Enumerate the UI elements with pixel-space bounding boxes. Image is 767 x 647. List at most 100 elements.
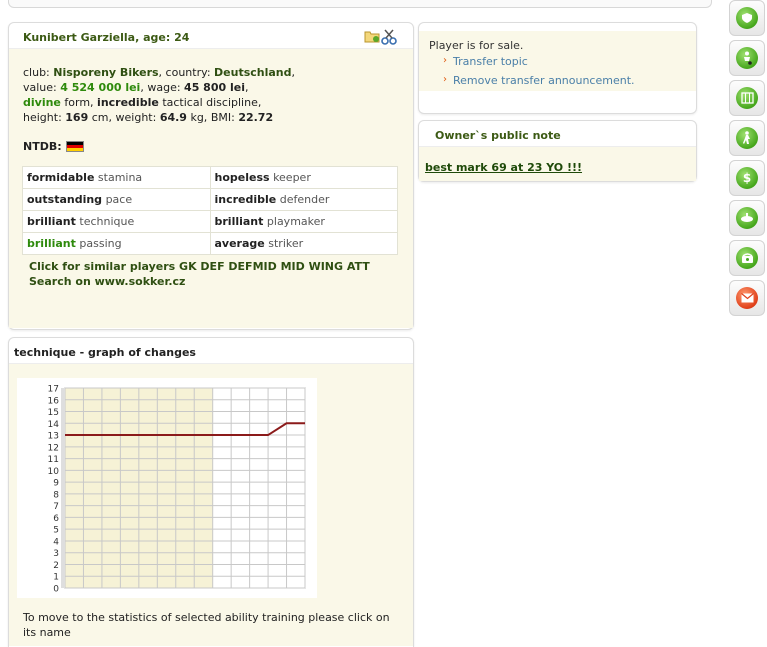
mail-icon	[736, 287, 758, 309]
search-sokker-link[interactable]: Search on www.sokker.cz	[29, 274, 403, 289]
y-tick-label: 15	[48, 408, 59, 418]
sale-panel: Player is for sale. › Transfer topic › R…	[418, 22, 697, 114]
player-links: Click for similar players GK DEF DEFMID …	[23, 259, 403, 289]
value-label: value:	[23, 81, 57, 94]
club-link[interactable]: Nisporeny Bikers	[53, 66, 158, 79]
phone-button[interactable]	[729, 240, 765, 276]
skill-cell[interactable]: brilliant technique	[22, 210, 211, 233]
owner-note-body: best mark 69 at 23 YO !!!	[419, 147, 696, 181]
y-tick-label: 12	[48, 443, 59, 453]
y-tick-label: 1	[53, 573, 59, 583]
player-details: club: Nisporeny Bikers, country: Deutsch…	[9, 49, 413, 328]
skill-cell: hopeless keeper	[209, 166, 398, 189]
y-tick-label: 17	[48, 385, 59, 395]
table-row: outstanding pace incredible defender	[22, 188, 398, 211]
y-tick-label: 0	[53, 585, 59, 595]
player-age: 24	[174, 31, 190, 44]
mail-button[interactable]	[729, 280, 765, 316]
folder-add-icon[interactable]	[364, 29, 380, 43]
arrow-right-icon: ›	[443, 74, 447, 85]
walking-player-button[interactable]	[729, 120, 765, 156]
ntdb-row: NTDB:	[23, 139, 403, 154]
sale-body: Player is for sale. › Transfer topic › R…	[419, 31, 696, 91]
money-button[interactable]: $	[729, 160, 765, 196]
height-unit: cm,	[91, 111, 113, 124]
y-tick-label: 6	[53, 514, 59, 524]
club-line: club: Nisporeny Bikers, country: Deutsch…	[23, 66, 296, 79]
chart-container: 0 1 2 3 4 5 6 7 8 9 10 11 12 13 14 15 16 17	[17, 378, 317, 598]
owner-note-text[interactable]: best mark 69 at 23 YO !!!	[425, 161, 582, 174]
remove-announcement-label[interactable]: Remove transfer announcement.	[443, 74, 635, 87]
bmi-label: BMI:	[210, 111, 235, 124]
y-tick-label: 5	[53, 526, 59, 536]
arrow-right-icon: ›	[443, 55, 447, 66]
weight-label: weight:	[115, 111, 157, 124]
money-icon: $	[736, 167, 758, 189]
body-line: height: 169 cm, weight: 64.9 kg, BMI: 22…	[23, 110, 403, 125]
y-tick-label: 2	[53, 561, 59, 571]
germany-flag-icon[interactable]	[65, 141, 84, 152]
walking-player-icon	[736, 127, 758, 149]
player-header: Kunibert Garziella, age: 24	[9, 23, 413, 49]
player-tactical: incredible	[97, 96, 159, 109]
y-tick-label: 10	[48, 467, 60, 477]
height-label: height:	[23, 111, 62, 124]
form-line: divine form, incredible tactical discipl…	[23, 95, 403, 110]
y-tick-label: 9	[53, 479, 59, 489]
y-tick-label: 16	[48, 396, 60, 406]
table-row: formidable stamina hopeless keeper	[22, 166, 398, 189]
shield-button[interactable]	[729, 0, 765, 36]
transfer-topic-label[interactable]: Transfer topic	[443, 55, 528, 68]
sale-status: Player is for sale.	[429, 39, 524, 52]
training-button[interactable]	[729, 200, 765, 236]
ntdb-label: NTDB:	[23, 140, 62, 153]
tactics-button[interactable]	[729, 80, 765, 116]
table-row: brilliant passing average striker	[22, 232, 398, 255]
tactical-label: tactical discipline,	[162, 96, 262, 109]
y-tick-label: 11	[48, 455, 59, 465]
remove-announcement-link[interactable]: › Remove transfer announcement.	[429, 74, 686, 87]
y-tick-label: 3	[53, 549, 59, 559]
shield-icon	[736, 7, 758, 29]
weight-unit: kg,	[190, 111, 208, 124]
country-link[interactable]: Deutschland	[214, 66, 291, 79]
owner-note-title: Owner`s public note	[419, 121, 696, 147]
transfer-topic-link[interactable]: › Transfer topic	[429, 55, 686, 68]
country-label: country:	[165, 66, 211, 79]
owner-note-panel: Owner`s public note best mark 69 at 23 Y…	[418, 120, 697, 182]
player-bmi: 22.72	[238, 111, 274, 124]
skill-cell: incredible defender	[209, 188, 398, 211]
skill-cell: brilliant passing	[22, 232, 211, 255]
player-height: 169	[65, 111, 89, 124]
form-label: form,	[64, 96, 94, 109]
graph-body: 0 1 2 3 4 5 6 7 8 9 10 11 12 13 14 15 16 17 To move to th…	[9, 364, 413, 646]
y-tick-label: 13	[48, 432, 59, 442]
player-age-label: age:	[143, 31, 171, 44]
header-icons	[364, 29, 397, 45]
skill-cell: average striker	[209, 232, 398, 255]
graph-title: technique - graph of changes	[9, 338, 413, 364]
skill-cell: brilliant playmaker	[209, 210, 398, 233]
scissors-icon[interactable]	[381, 29, 397, 45]
wage-label: wage:	[147, 81, 181, 94]
player-info-panel: Kunibert Garziella, age: 24 club: Nispor…	[8, 22, 414, 330]
skill-cell: outstanding pace	[22, 188, 211, 211]
y-tick-label: 7	[53, 502, 59, 512]
top-bar	[8, 0, 712, 8]
value-line: value: 4 524 000 lei, wage: 45 800 lei,	[23, 81, 249, 94]
technique-chart: 01234567891011121314151617	[48, 385, 306, 595]
player-weight: 64.9	[159, 111, 187, 124]
player-name: Kunibert Garziella	[23, 31, 136, 44]
graph-panel: technique - graph of changes 01234567891…	[8, 337, 414, 647]
table-row: brilliant technique brilliant playmaker	[22, 210, 398, 233]
y-axis-strip	[61, 388, 65, 588]
training-icon	[736, 207, 758, 229]
graph-note: To move to the statistics of selected ab…	[23, 611, 390, 639]
player-icon	[736, 47, 758, 69]
player-form: divine	[23, 96, 61, 109]
player-button[interactable]	[729, 40, 765, 76]
similar-players-link[interactable]: Click for similar players GK DEF DEFMID …	[29, 259, 403, 274]
skills-table: formidable stamina hopeless keeper outst…	[22, 166, 398, 255]
skill-cell: formidable stamina	[22, 166, 211, 189]
y-tick-label: 8	[53, 490, 59, 500]
